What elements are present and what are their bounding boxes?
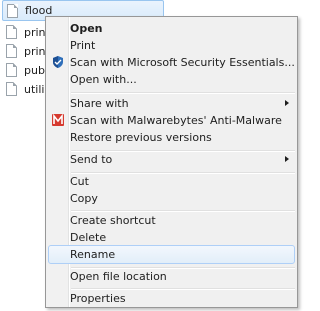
menu-item-label: Properties [70, 292, 126, 305]
file-icon [6, 44, 17, 58]
menu-item-label: Delete [70, 231, 107, 244]
file-icon [6, 25, 17, 39]
menu-item-send-to[interactable]: Send to [48, 150, 295, 169]
menu-item-label: Open with... [70, 73, 137, 86]
file-icon [6, 63, 17, 77]
malwarebytes-icon [52, 113, 64, 126]
file-icon [7, 3, 18, 18]
file-item[interactable]: print [2, 41, 50, 61]
context-menu: Open Print Scan with Microsoft Security … [45, 16, 298, 308]
file-item[interactable]: publ [2, 60, 48, 80]
menu-item-label: Open [70, 22, 103, 35]
menu-item-open-with[interactable]: Open with... [48, 70, 295, 89]
menu-item-label: Scan with Malwarebytes' Anti-Malware [70, 114, 282, 127]
menu-item-label: Restore previous versions [70, 131, 212, 144]
file-item[interactable]: utili [2, 79, 44, 99]
menu-item-label: Print [70, 39, 96, 52]
menu-item-label: Copy [70, 192, 98, 205]
file-name: utili [24, 82, 45, 96]
submenu-arrow-icon [285, 156, 289, 162]
menu-item-label: Rename [70, 248, 116, 261]
menu-item-label: Open file location [70, 270, 167, 283]
menu-item-label: Send to [70, 153, 113, 166]
menu-item-label: Share with [70, 97, 129, 110]
menu-item-label: Cut [70, 175, 89, 188]
menu-item-label: Scan with Microsoft Security Essentials.… [70, 56, 295, 69]
menu-item-restore-previous-versions[interactable]: Restore previous versions [48, 128, 295, 147]
menu-item-open-file-location[interactable]: Open file location [48, 267, 295, 286]
menu-item-label: Create shortcut [70, 214, 156, 227]
menu-item-copy[interactable]: Copy [48, 189, 295, 208]
microsoft-security-essentials-icon [53, 56, 63, 68]
file-item[interactable]: print [2, 22, 50, 42]
file-icon [6, 82, 17, 96]
menu-item-rename[interactable]: Rename [48, 245, 295, 264]
submenu-arrow-icon [285, 100, 289, 106]
menu-item-properties[interactable]: Properties [48, 289, 295, 308]
